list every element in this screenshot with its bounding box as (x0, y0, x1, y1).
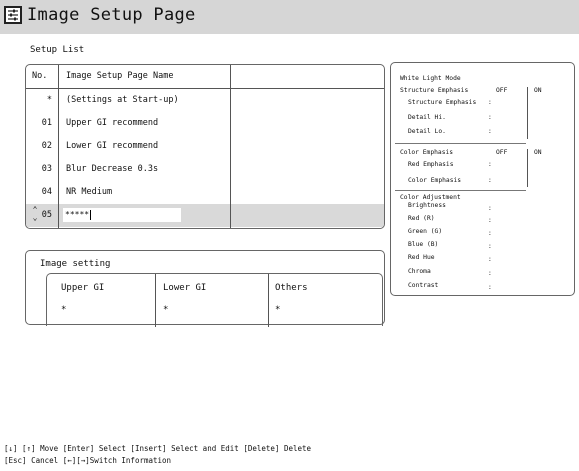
info-item: Green (G) (408, 228, 443, 235)
column-header: Upper GI (61, 283, 105, 293)
row-no: 05 (41, 210, 52, 220)
row-name: (Settings at Start-up) (66, 95, 179, 105)
info-item: Blue (B) (408, 241, 439, 248)
image-setting-panel: Image setting Upper GI * Lower GI * Othe… (25, 250, 385, 327)
info-colon: : (488, 230, 492, 237)
info-item: Red Emphasis (408, 161, 454, 168)
table-row[interactable]: * (Settings at Start-up) (26, 89, 384, 112)
title-bar: Image Setup Page (0, 0, 579, 34)
column-value: * (275, 305, 281, 315)
row-name: NR Medium (66, 187, 113, 197)
info-colon: : (488, 161, 492, 168)
divider (26, 88, 384, 89)
info-colon: : (488, 284, 492, 291)
settings-list-icon (4, 6, 22, 24)
divider (527, 87, 528, 139)
info-item: Red (R) (408, 215, 435, 222)
image-setting-title: Image setting (40, 259, 111, 269)
info-item: Chroma (408, 268, 431, 275)
structure-emphasis-label: Structure Emphasis (400, 87, 469, 94)
lower-gi-column[interactable]: Lower GI * (163, 274, 263, 326)
row-name: Lower GI recommend (66, 141, 159, 151)
info-item: Detail Hi. (408, 114, 446, 121)
table-row[interactable]: 03 Blur Decrease 0.3s (26, 158, 384, 181)
info-colon: : (488, 99, 492, 106)
color-adjustment-label: Color Adjustment (400, 194, 461, 201)
structure-off-label: OFF (496, 87, 508, 94)
color-emphasis-label: Color Emphasis (400, 149, 454, 156)
row-name: Blur Decrease 0.3s (66, 164, 159, 174)
info-colon: : (488, 270, 492, 277)
info-item: Contrast (408, 282, 439, 289)
table-header: No. Image Setup Page Name (26, 65, 384, 88)
color-off-label: OFF (496, 149, 508, 156)
info-colon: : (488, 243, 492, 250)
text-caret (90, 209, 92, 220)
name-edit-field[interactable]: ***** (63, 208, 181, 222)
divider (155, 274, 156, 327)
divider (268, 274, 269, 327)
info-item: Brightness (408, 202, 446, 209)
table-row[interactable]: 04 NR Medium (26, 181, 384, 204)
info-colon: : (488, 217, 492, 224)
name-edit-value: ***** (65, 210, 90, 219)
setup-list-caption: Setup List (30, 45, 85, 55)
row-no: * (46, 95, 52, 105)
mode-label: White Light Mode (400, 75, 461, 82)
upper-gi-column[interactable]: Upper GI * (61, 274, 157, 326)
info-item: Structure Emphasis (408, 99, 477, 106)
row-no: 01 (41, 118, 52, 128)
divider (527, 149, 528, 187)
divider (395, 143, 526, 144)
setup-list-table: No. Image Setup Page Name * (Settings at… (25, 64, 385, 229)
info-colon: : (488, 256, 492, 263)
others-column[interactable]: Others * (275, 274, 375, 326)
info-colon: : (488, 177, 492, 184)
info-item: Detail Lo. (408, 128, 446, 135)
column-header: Lower GI (163, 283, 207, 293)
table-row[interactable]: 02 Lower GI recommend (26, 135, 384, 158)
info-colon: : (488, 205, 492, 212)
divider (58, 65, 59, 228)
divider (230, 65, 231, 228)
image-setting-table: Upper GI * Lower GI * Others * (46, 273, 383, 327)
help-line-2: [Esc] Cancel [←][→]Switch Information (4, 456, 172, 465)
info-colon: : (488, 114, 492, 121)
column-value: * (61, 305, 67, 315)
divider (395, 190, 526, 191)
header-name: Image Setup Page Name (66, 71, 174, 81)
row-no: 03 (41, 164, 52, 174)
information-panel: White Light Mode Structure Emphasis OFF … (390, 62, 575, 296)
column-header: Others (275, 283, 308, 293)
color-on-label: ON (534, 149, 542, 156)
header-no: No. (32, 71, 48, 81)
column-value: * (163, 305, 169, 315)
table-row[interactable]: 01 Upper GI recommend (26, 112, 384, 135)
info-colon: : (488, 128, 492, 135)
info-item: Red Hue (408, 254, 435, 261)
header-extra (230, 65, 384, 88)
row-name: Upper GI recommend (66, 118, 159, 128)
info-item: Color Emphasis (408, 177, 462, 184)
structure-on-label: ON (534, 87, 542, 94)
page-title: Image Setup Page (27, 5, 196, 25)
help-line-1: [↓] [↑] Move [Enter] Select [Insert] Sel… (4, 444, 312, 453)
selected-row[interactable]: ⌃ ⌄ 05 ***** (26, 204, 384, 227)
row-no: 02 (41, 141, 52, 151)
row-no: 04 (41, 187, 52, 197)
